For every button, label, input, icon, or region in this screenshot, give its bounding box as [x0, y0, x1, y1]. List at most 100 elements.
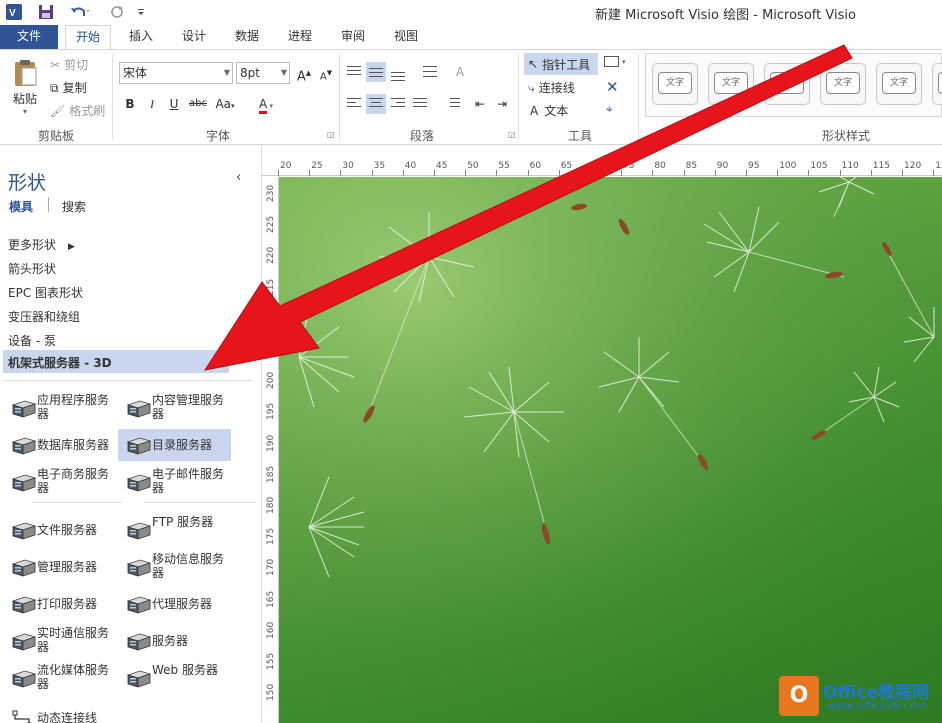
align-bottom-icon[interactable]	[388, 62, 408, 82]
shape-item[interactable]: 流化媒体服务器	[3, 662, 116, 694]
copy-label: 复制	[63, 79, 87, 96]
tab-data[interactable]: 数据	[228, 25, 266, 49]
ruler-tick-label: 105	[810, 161, 827, 171]
style-swatch[interactable]: 文字	[820, 63, 866, 105]
style-swatch[interactable]: 文字	[652, 63, 698, 105]
grow-font-icon[interactable]: A▲	[294, 63, 314, 83]
style-swatch[interactable]: 文字	[764, 63, 810, 105]
italic-icon[interactable]: I	[142, 94, 162, 114]
shape-label: 移动信息服务器	[152, 552, 230, 580]
pointer-tool-button[interactable]: ↖ 指针工具	[524, 53, 598, 75]
more-shapes-item[interactable]: 更多形状▶	[8, 236, 75, 253]
tab-home[interactable]: 开始	[65, 25, 111, 50]
stencil-item-pumps[interactable]: 设备 - 泵	[8, 332, 56, 349]
strikethrough-icon[interactable]: abc	[186, 94, 210, 114]
shape-item[interactable]: Web 服务器	[118, 662, 231, 694]
shape-item[interactable]: 应用程序服务器	[3, 392, 116, 424]
ruler-tick-label: 160	[266, 625, 276, 639]
close-x-icon[interactable]: ✕	[606, 78, 619, 96]
shape-item[interactable]: 动态连接线	[3, 702, 116, 723]
style-swatch[interactable]: 文字	[708, 63, 754, 105]
case-icon[interactable]: Aa▾	[212, 94, 238, 114]
tab-stencils[interactable]: 模具	[9, 198, 33, 215]
shape-item[interactable]: 管理服务器	[3, 551, 116, 583]
tab-review[interactable]: 审阅	[334, 25, 372, 49]
ruler-tick	[559, 170, 560, 176]
cut-button[interactable]: ✂ 剪切	[50, 56, 88, 73]
align-center-icon[interactable]	[366, 94, 386, 114]
stencil-item-epc[interactable]: EPC 图表形状	[8, 284, 83, 301]
shape-item[interactable]: 实时通信服务器	[3, 625, 116, 657]
ruler-tick	[808, 170, 809, 176]
bullets-icon[interactable]	[420, 62, 440, 82]
rectangle-tool-button[interactable]: ▾	[604, 56, 626, 67]
save-icon[interactable]	[36, 3, 56, 21]
shape-item[interactable]: 文件服务器	[3, 514, 116, 546]
ruler-tick	[871, 170, 872, 176]
tab-insert[interactable]: 插入	[122, 25, 160, 49]
chevron-left-icon[interactable]: ‹	[236, 170, 241, 185]
stencil-item-transformers[interactable]: 变压器和绕组	[8, 308, 80, 325]
increase-indent-icon[interactable]: ⇥	[492, 94, 512, 114]
shape-item[interactable]: 目录服务器	[118, 429, 231, 461]
font-size-select[interactable]: 8pt▼	[236, 62, 290, 84]
font-color-icon[interactable]: A ▾	[250, 94, 282, 114]
bold-icon[interactable]: B	[120, 94, 140, 114]
tab-search[interactable]: 搜索	[62, 198, 86, 215]
shape-item[interactable]: 电子商务服务器	[3, 466, 116, 498]
align-left-icon[interactable]	[344, 94, 364, 114]
shape-item[interactable]: 代理服务器	[118, 588, 231, 620]
shape-label: 服务器	[152, 634, 230, 648]
shape-item[interactable]: 打印服务器	[3, 588, 116, 620]
decrease-indent-icon[interactable]: ⇤	[470, 94, 490, 114]
copy-button[interactable]: ⧉ 复制	[50, 79, 87, 96]
line-spacing-icon[interactable]	[442, 94, 462, 114]
server-icon	[11, 521, 37, 541]
shape-item[interactable]: 移动信息服务器	[118, 551, 231, 583]
shape-item[interactable]: FTP 服务器	[118, 514, 231, 546]
undo-icon[interactable]	[66, 3, 94, 21]
dandelion-image	[279, 177, 942, 723]
redo-icon[interactable]	[106, 3, 128, 21]
connector-tool-button[interactable]: ⤷ 连接线	[528, 79, 575, 96]
align-middle-icon[interactable]	[366, 62, 386, 82]
font-name-select[interactable]: 宋体▼	[119, 62, 233, 84]
drawing-canvas[interactable]	[279, 177, 942, 723]
tab-design[interactable]: 设计	[175, 25, 213, 49]
chevron-down-icon: ▼	[281, 63, 287, 83]
text-direction-icon[interactable]: A	[450, 62, 470, 82]
dialog-launcher-icon[interactable]: ◲	[508, 130, 516, 139]
format-painter-button[interactable]: 🖌 格式刷	[50, 102, 105, 119]
horizontal-ruler: 2025303540455055606570758085909510010511…	[262, 156, 942, 176]
rectangle-icon	[604, 56, 619, 67]
ribbon-tabs: 文件 开始 插入 设计 数据 进程 审阅 视图	[0, 25, 942, 49]
chevron-right-icon: ▶	[68, 242, 75, 252]
ruler-tick-label: 90	[717, 161, 728, 171]
stencil-item-arrows[interactable]: 箭头形状	[8, 260, 56, 277]
shape-item[interactable]: 数据库服务器	[3, 429, 116, 461]
shrink-font-icon[interactable]: A▼	[316, 63, 336, 83]
style-swatch[interactable]: 文字	[932, 63, 942, 105]
paste-button[interactable]: 粘贴 ▾	[8, 58, 42, 120]
shape-item[interactable]: 电子邮件服务器	[118, 466, 231, 498]
align-right-icon[interactable]	[388, 94, 408, 114]
tab-process[interactable]: 进程	[281, 25, 319, 49]
shape-styles-group-label: 形状样式	[822, 127, 870, 144]
visio-window: V 新建 Microsoft Visio 绘图 - Microsoft Visi…	[0, 0, 942, 723]
tab-file[interactable]: 文件	[0, 25, 58, 49]
tab-view[interactable]: 视图	[387, 25, 425, 49]
align-top-icon[interactable]	[344, 62, 364, 82]
shape-item[interactable]: 服务器	[118, 625, 231, 657]
shape-label: Web 服务器	[152, 663, 230, 677]
dialog-launcher-icon[interactable]: ◲	[327, 130, 335, 139]
text-tool-button[interactable]: A 文本	[530, 102, 568, 119]
customize-icon[interactable]	[134, 3, 148, 21]
connection-point-icon[interactable]: ⌖	[606, 102, 613, 117]
underline-icon[interactable]: U	[164, 94, 184, 114]
ruler-tick	[465, 170, 466, 176]
shape-item[interactable]: 内容管理服务器	[118, 392, 231, 424]
shape-label: 文件服务器	[37, 523, 115, 537]
justify-icon[interactable]	[410, 94, 430, 114]
stencil-item-rack-servers[interactable]: 机架式服务器 - 3D	[8, 354, 112, 371]
style-swatch[interactable]: 文字	[876, 63, 922, 105]
